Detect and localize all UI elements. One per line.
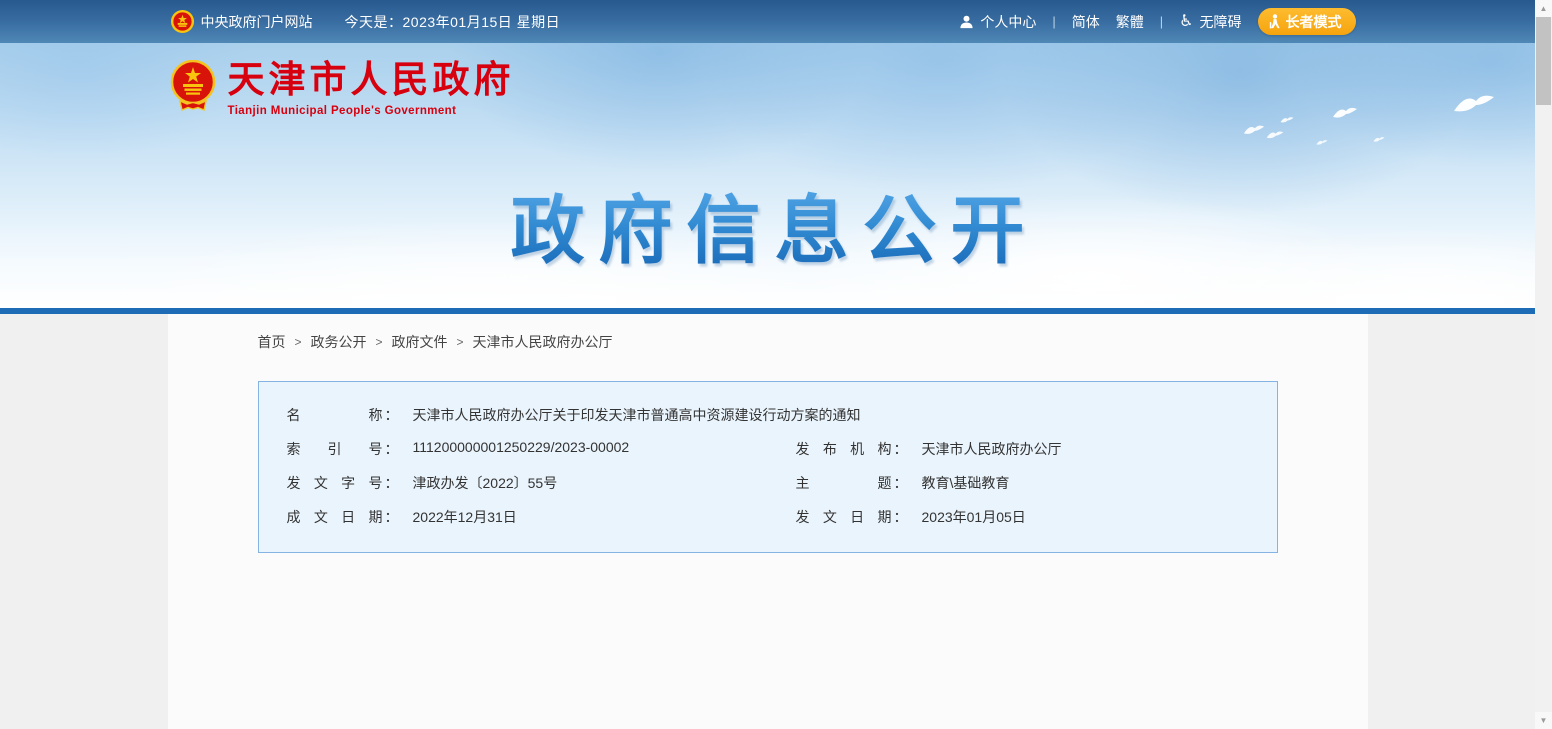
dove-icon bbox=[1243, 123, 1265, 137]
traditional-chinese-link[interactable]: 繁體 bbox=[1116, 12, 1144, 32]
site-name: 天津市人民政府 bbox=[228, 60, 515, 101]
breadcrumb-home[interactable]: 首页 bbox=[258, 332, 286, 352]
colon: ： bbox=[894, 473, 908, 493]
colon: ： bbox=[385, 405, 399, 425]
personal-center-label: 个人中心 bbox=[980, 12, 1036, 32]
dove-icon bbox=[1266, 129, 1284, 141]
current-date: 今天是：2023年01月15日 星期日 bbox=[345, 12, 561, 32]
central-gov-portal-label: 中央政府门户网站 bbox=[201, 12, 313, 32]
colon: ： bbox=[894, 439, 908, 459]
field-value-publish-date: 2023年01月05日 bbox=[922, 507, 1026, 527]
field-label-index-number: 索引号 bbox=[287, 439, 383, 459]
national-emblem-logo bbox=[170, 60, 216, 122]
field-label-name: 名称 bbox=[287, 405, 383, 425]
national-emblem-icon bbox=[170, 9, 195, 34]
field-value-written-date: 2022年12月31日 bbox=[413, 507, 517, 527]
user-icon bbox=[959, 14, 974, 29]
elder-person-icon bbox=[1268, 14, 1281, 29]
separator: | bbox=[1052, 14, 1055, 29]
breadcrumb-current: 天津市人民政府办公厅 bbox=[473, 332, 613, 352]
field-value-issuing-agency: 天津市人民政府办公厅 bbox=[922, 439, 1062, 459]
field-value-index-number: 111200000001250229/2023-00002 bbox=[413, 439, 630, 455]
traditional-label: 繁體 bbox=[1116, 12, 1144, 32]
field-value-document-number: 津政办发〔2022〕55号 bbox=[413, 473, 558, 493]
accessibility-link[interactable]: ♿ 无障碍 bbox=[1179, 12, 1241, 32]
main-background: 首页 > 政务公开 > 政府文件 > 天津市人民政府办公厅 名称： 天津市人民政… bbox=[0, 314, 1535, 729]
breadcrumb-zhengwu-gongkai[interactable]: 政务公开 bbox=[311, 332, 367, 352]
metadata-row-index: 索引号： 111200000001250229/2023-00002 发布机构：… bbox=[259, 432, 1277, 466]
scrollbar-down-button[interactable]: ▼ bbox=[1535, 712, 1552, 729]
breadcrumb-gov-documents[interactable]: 政府文件 bbox=[392, 332, 448, 352]
site-banner: 天津市人民政府 Tianjin Municipal People's Gover… bbox=[0, 43, 1535, 308]
central-gov-portal-link[interactable]: 中央政府门户网站 bbox=[170, 9, 313, 34]
dove-icon bbox=[1280, 115, 1294, 125]
simplified-label: 简体 bbox=[1072, 12, 1100, 32]
colon: ： bbox=[385, 473, 399, 493]
scrollbar-thumb[interactable] bbox=[1536, 17, 1551, 105]
elder-mode-label: 长者模式 bbox=[1286, 12, 1342, 32]
field-label-document-number: 发文字号 bbox=[287, 473, 383, 493]
vertical-scrollbar[interactable]: ▲ ▼ bbox=[1535, 0, 1552, 729]
breadcrumb-separator: > bbox=[457, 335, 464, 349]
personal-center-link[interactable]: 个人中心 bbox=[959, 12, 1036, 32]
elder-mode-button[interactable]: 长者模式 bbox=[1258, 8, 1356, 35]
scrollbar-up-button[interactable]: ▲ bbox=[1535, 0, 1552, 17]
site-name-english: Tianjin Municipal People's Government bbox=[228, 105, 515, 117]
document-metadata-box: 名称： 天津市人民政府办公厅关于印发天津市普通高中资源建设行动方案的通知 索引号… bbox=[258, 381, 1278, 553]
metadata-row-title: 名称： 天津市人民政府办公厅关于印发天津市普通高中资源建设行动方案的通知 bbox=[259, 398, 1277, 432]
top-utility-bar: 中央政府门户网站 今天是：2023年01月15日 星期日 个人中心 | 简体 繁… bbox=[0, 0, 1535, 43]
dove-icon bbox=[1373, 135, 1385, 144]
dove-icon bbox=[1452, 91, 1496, 121]
colon: ： bbox=[385, 507, 399, 527]
field-value-name: 天津市人民政府办公厅关于印发天津市普通高中资源建设行动方案的通知 bbox=[413, 405, 861, 425]
dove-icon bbox=[1316, 138, 1328, 147]
field-label-subject: 主题 bbox=[796, 473, 892, 493]
field-label-issuing-agency: 发布机构 bbox=[796, 439, 892, 459]
field-value-subject: 教育\基础教育 bbox=[922, 473, 1010, 493]
colon: ： bbox=[385, 439, 399, 459]
dove-icon bbox=[1332, 105, 1358, 121]
simplified-chinese-link[interactable]: 简体 bbox=[1072, 12, 1100, 32]
page-title: 政府信息公开 bbox=[168, 171, 1368, 278]
colon: ： bbox=[894, 507, 908, 527]
content-container: 首页 > 政务公开 > 政府文件 > 天津市人民政府办公厅 名称： 天津市人民政… bbox=[168, 314, 1368, 729]
breadcrumb-separator: > bbox=[376, 335, 383, 349]
breadcrumb-separator: > bbox=[295, 335, 302, 349]
metadata-row-dates: 成文日期： 2022年12月31日 发文日期： 2023年01月05日 bbox=[259, 500, 1277, 534]
accessibility-label: 无障碍 bbox=[1200, 12, 1242, 32]
wheelchair-icon: ♿ bbox=[1179, 14, 1193, 30]
field-label-publish-date: 发文日期 bbox=[796, 507, 892, 527]
breadcrumb: 首页 > 政务公开 > 政府文件 > 天津市人民政府办公厅 bbox=[258, 332, 1368, 352]
site-logo-link[interactable]: 天津市人民政府 Tianjin Municipal People's Gover… bbox=[170, 60, 515, 122]
separator: | bbox=[1160, 14, 1163, 29]
field-label-written-date: 成文日期 bbox=[287, 507, 383, 527]
metadata-row-docnumber: 发文字号： 津政办发〔2022〕55号 主题： 教育\基础教育 bbox=[259, 466, 1277, 500]
